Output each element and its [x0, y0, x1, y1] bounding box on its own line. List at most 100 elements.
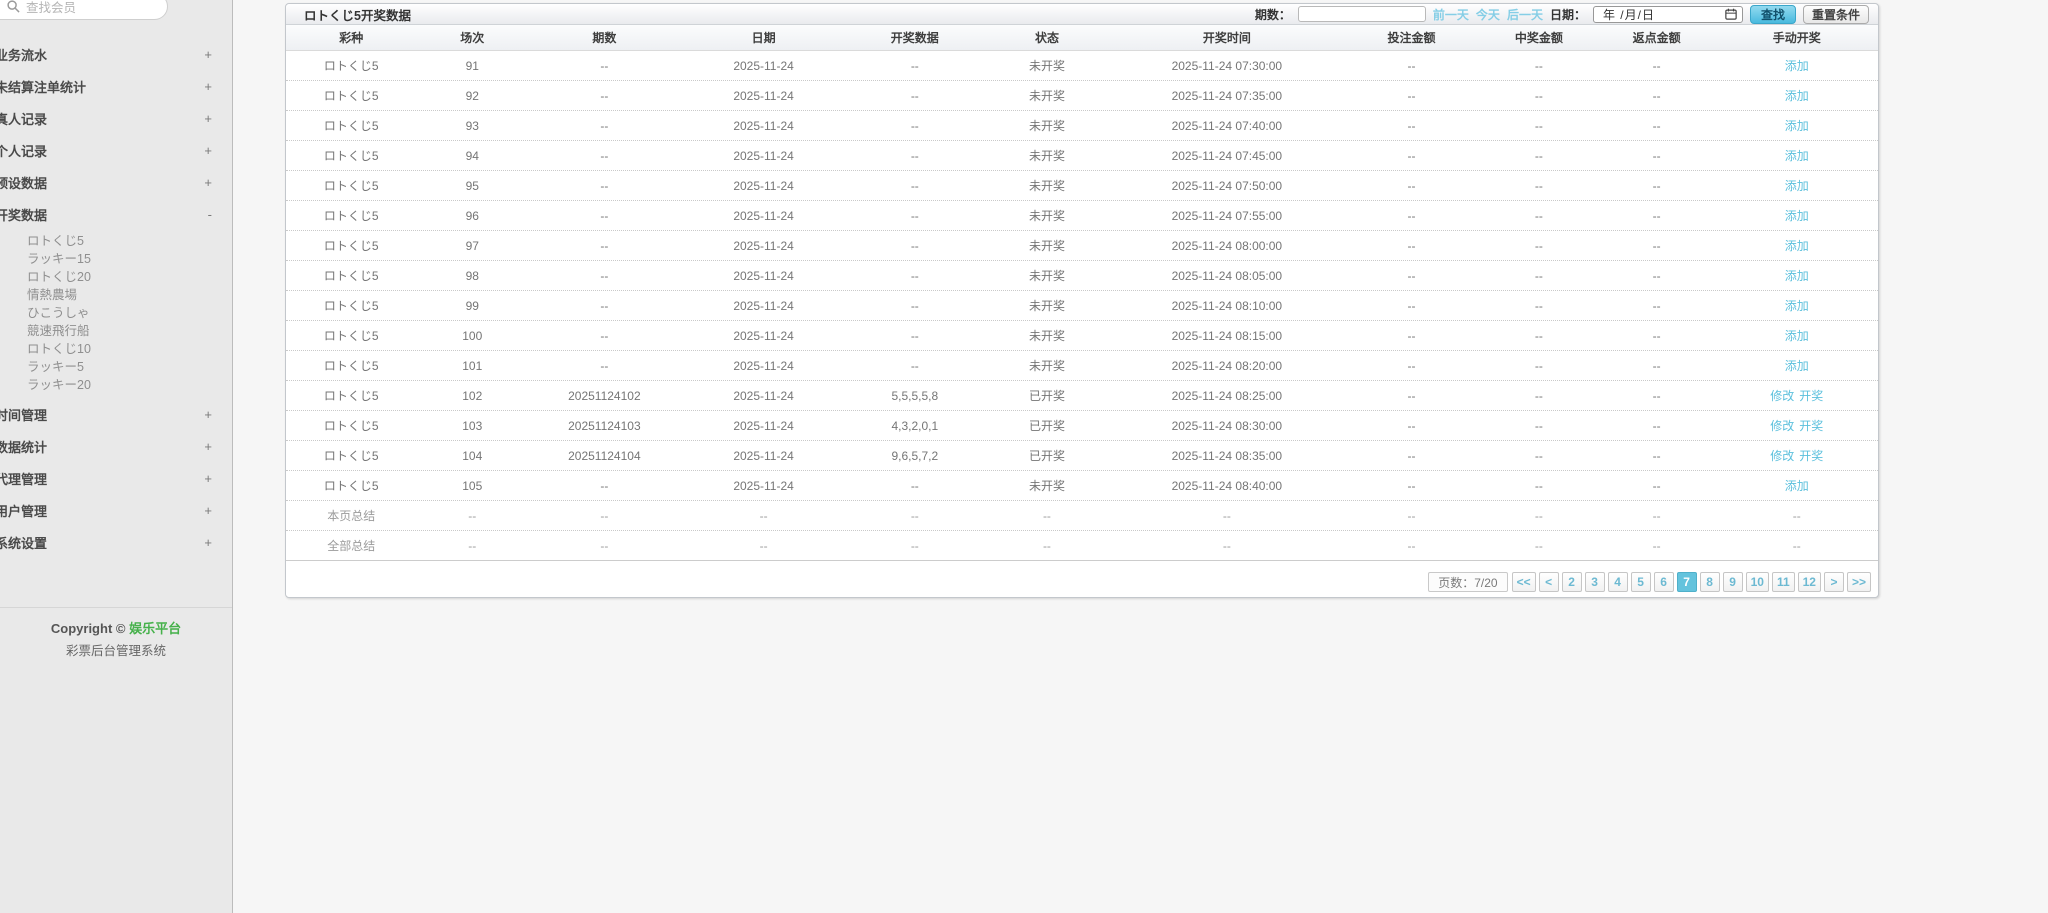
summary-cell: -- [681, 539, 847, 553]
sidebar-item-6[interactable]: 开奖数据- [0, 198, 232, 230]
page-button-7[interactable]: 7 [1677, 572, 1697, 592]
search-button[interactable]: 查找 [1750, 5, 1796, 24]
page-button-3[interactable]: 3 [1585, 572, 1605, 592]
page-button-6[interactable]: 6 [1654, 572, 1674, 592]
sidebar-item-1[interactable]: 业务流水+ [0, 38, 232, 70]
page-button-10[interactable]: 10 [1746, 572, 1769, 592]
sidebar-item-4[interactable]: 个人记录+ [0, 134, 232, 166]
next-day-link[interactable]: 后一天 [1507, 6, 1543, 23]
date-input[interactable]: 年 /月/日 [1593, 6, 1743, 23]
sidebar-subitem[interactable]: ロトくじ5 [0, 232, 232, 250]
summary-cell: -- [1480, 539, 1598, 553]
sidebar-subitem[interactable]: ロトくじ20 [0, 268, 232, 286]
table-cell: 2025-11-24 07:35:00 [1111, 89, 1343, 103]
page-button-11[interactable]: 11 [1772, 572, 1795, 592]
add-link[interactable]: 添加 [1785, 57, 1809, 74]
today-link[interactable]: 今天 [1476, 6, 1500, 23]
page-button-4[interactable]: 4 [1608, 572, 1628, 592]
add-link[interactable]: 添加 [1785, 477, 1809, 494]
add-link[interactable]: 添加 [1785, 327, 1809, 344]
expand-icon[interactable]: + [204, 79, 212, 94]
table-cell: -- [1480, 389, 1598, 403]
sidebar-item-5[interactable]: 预设数据+ [0, 166, 232, 198]
add-link[interactable]: 添加 [1785, 147, 1809, 164]
add-link[interactable]: 添加 [1785, 87, 1809, 104]
sidebar-item-8[interactable]: 数据统计+ [0, 430, 232, 462]
issue-input[interactable] [1298, 6, 1426, 22]
expand-icon[interactable]: + [204, 111, 212, 126]
expand-icon[interactable]: + [204, 535, 212, 550]
prev-day-link[interactable]: 前一天 [1433, 6, 1469, 23]
sidebar-item-10[interactable]: 用户管理+ [0, 494, 232, 526]
draw-link[interactable]: 开奖 [1799, 387, 1823, 404]
sidebar-item-3[interactable]: 真人记录+ [0, 102, 232, 134]
sidebar-item-label: 个人记录 [0, 141, 204, 160]
action-cell: 添加 [1716, 87, 1878, 104]
table-cell: -- [846, 89, 983, 103]
modify-link[interactable]: 修改 [1770, 447, 1794, 464]
copyright: Copyright © 娱乐平台 彩票后台管理系统 [0, 607, 232, 659]
table-cell: -- [1480, 59, 1598, 73]
add-link[interactable]: 添加 [1785, 177, 1809, 194]
first-page-button[interactable]: << [1512, 572, 1536, 592]
expand-icon[interactable]: + [204, 439, 212, 454]
table-cell: -- [528, 149, 681, 163]
table-cell: 98 [417, 269, 528, 283]
member-search-input[interactable]: 查找会员 [0, 0, 168, 20]
expand-icon[interactable]: + [204, 471, 212, 486]
sidebar-item-2[interactable]: 未结算注单统计+ [0, 70, 232, 102]
modify-link[interactable]: 修改 [1770, 417, 1794, 434]
page-button-9[interactable]: 9 [1723, 572, 1743, 592]
collapse-icon[interactable]: - [208, 207, 212, 222]
page-button-12[interactable]: 12 [1798, 572, 1821, 592]
date-label: 日期： [1550, 6, 1586, 23]
sidebar-subitem[interactable]: 情熱農場 [0, 286, 232, 304]
add-link[interactable]: 添加 [1785, 267, 1809, 284]
action-cell: 修改开奖 [1716, 387, 1878, 404]
expand-icon[interactable]: + [204, 47, 212, 62]
add-link[interactable]: 添加 [1785, 297, 1809, 314]
table-cell: 2025-11-24 [681, 209, 847, 223]
prev-page-button[interactable]: < [1539, 572, 1559, 592]
draw-link[interactable]: 开奖 [1799, 417, 1823, 434]
expand-icon[interactable]: + [204, 503, 212, 518]
sidebar-item-7[interactable]: 时间管理+ [0, 398, 232, 430]
add-link[interactable]: 添加 [1785, 117, 1809, 134]
summary-cell: -- [983, 509, 1110, 523]
table-cell: -- [1598, 329, 1716, 343]
sidebar-item-9[interactable]: 代理管理+ [0, 462, 232, 494]
table-cell: -- [1598, 479, 1716, 493]
sidebar-item-label: 业务流水 [0, 45, 204, 64]
reset-button[interactable]: 重置条件 [1803, 5, 1869, 24]
sidebar-subitem[interactable]: ロトくじ10 [0, 340, 232, 358]
sidebar-item-label: 代理管理 [0, 469, 204, 488]
modify-link[interactable]: 修改 [1770, 387, 1794, 404]
table-cell: -- [1343, 89, 1480, 103]
next-page-button[interactable]: > [1824, 572, 1844, 592]
sidebar-subitem[interactable]: ラッキー5 [0, 358, 232, 376]
table-cell: 99 [417, 299, 528, 313]
add-link[interactable]: 添加 [1785, 357, 1809, 374]
expand-icon[interactable]: + [204, 407, 212, 422]
sidebar-subitem[interactable]: ラッキー20 [0, 376, 232, 394]
page-button-5[interactable]: 5 [1631, 572, 1651, 592]
add-link[interactable]: 添加 [1785, 207, 1809, 224]
add-link[interactable]: 添加 [1785, 237, 1809, 254]
sidebar-item-11[interactable]: 系统设置+ [0, 526, 232, 558]
expand-icon[interactable]: + [204, 143, 212, 158]
table-cell: -- [1480, 89, 1598, 103]
table-cell: 96 [417, 209, 528, 223]
table-cell: 未开奖 [983, 267, 1110, 284]
column-header: 期数 [528, 29, 681, 46]
draw-link[interactable]: 开奖 [1799, 447, 1823, 464]
page-button-2[interactable]: 2 [1562, 572, 1582, 592]
table-cell: 未开奖 [983, 57, 1110, 74]
table-cell: -- [1480, 359, 1598, 373]
page-button-8[interactable]: 8 [1700, 572, 1720, 592]
sidebar-subitem[interactable]: ラッキー15 [0, 250, 232, 268]
sidebar-subitem[interactable]: 競速飛行船 [0, 322, 232, 340]
sidebar-subitem[interactable]: ひこうしゃ [0, 304, 232, 322]
calendar-icon[interactable] [1725, 8, 1737, 20]
expand-icon[interactable]: + [204, 175, 212, 190]
last-page-button[interactable]: >> [1847, 572, 1871, 592]
